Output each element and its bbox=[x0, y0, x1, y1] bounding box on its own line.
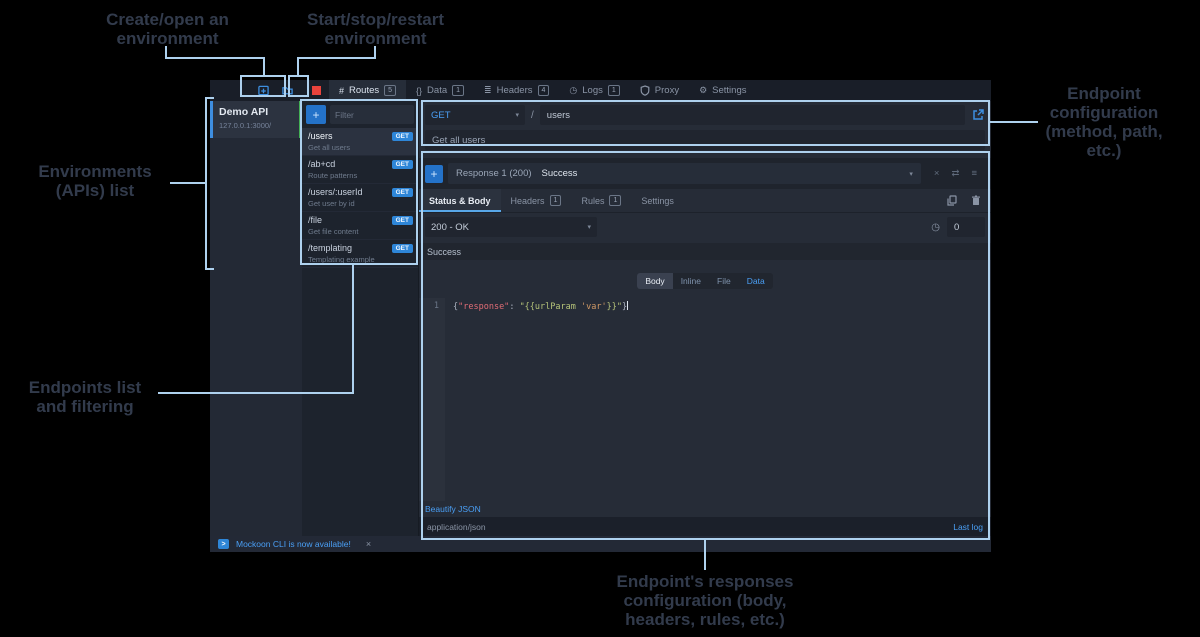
tab-badge: 5 bbox=[384, 85, 396, 96]
environment-name: Demo API bbox=[219, 106, 293, 118]
connector-line bbox=[297, 57, 376, 59]
annotation-line: Endpoints list bbox=[10, 378, 160, 397]
tab-badge: 1 bbox=[452, 85, 464, 96]
annotation-environments-list: Environments (APIs) list bbox=[20, 162, 170, 200]
connector-line bbox=[158, 392, 354, 394]
bracket-tick bbox=[205, 268, 214, 270]
annotation-endpoint-configuration: Endpoint configuration (method, path, et… bbox=[1023, 84, 1185, 160]
proxy-shield-icon bbox=[640, 85, 650, 96]
tab-headers[interactable]: ≣ Headers 4 bbox=[474, 80, 559, 101]
environment-host: 127.0.0.1:3000/ bbox=[219, 121, 293, 130]
highlight-box-responses bbox=[421, 151, 990, 540]
annotation-create-open-environment: Create/open an environment bbox=[75, 10, 260, 48]
highlight-box-endpoint-config bbox=[421, 100, 990, 146]
connector-line bbox=[297, 57, 299, 75]
annotation-line: and filtering bbox=[10, 397, 160, 416]
annotation-line: Create/open an bbox=[75, 10, 260, 29]
annotation-responses-configuration: Endpoint's responses configuration (body… bbox=[545, 572, 865, 629]
routes-icon: # bbox=[339, 86, 344, 96]
tab-label: Data bbox=[427, 85, 447, 96]
annotation-line: Endpoint's responses bbox=[545, 572, 865, 591]
tab-badge: 4 bbox=[538, 85, 550, 96]
cli-terminal-icon: > bbox=[218, 539, 229, 549]
tab-label: Settings bbox=[712, 85, 746, 96]
settings-gear-icon: ⚙ bbox=[699, 85, 707, 96]
annotation-endpoints-list: Endpoints list and filtering bbox=[10, 378, 160, 416]
stop-environment-button[interactable] bbox=[312, 86, 321, 95]
tab-logs[interactable]: ◷ Logs 1 bbox=[559, 80, 629, 101]
annotated-screenshot: # Routes 5 {} Data 1 ≣ Headers 4 ◷ Logs bbox=[0, 0, 1200, 637]
annotation-line: configuration bbox=[1023, 103, 1185, 122]
highlight-box-environment-actions bbox=[240, 75, 286, 97]
annotation-line: etc.) bbox=[1023, 141, 1185, 160]
connector-line bbox=[263, 57, 265, 75]
data-icon: {} bbox=[416, 86, 422, 96]
connector-line bbox=[990, 121, 1038, 123]
tab-settings[interactable]: ⚙ Settings bbox=[689, 80, 756, 101]
connector-line bbox=[704, 540, 706, 570]
tab-routes[interactable]: # Routes 5 bbox=[329, 80, 406, 101]
annotation-line: environment bbox=[75, 29, 260, 48]
main-tabs: # Routes 5 {} Data 1 ≣ Headers 4 ◷ Logs bbox=[329, 80, 756, 101]
banner-close-icon[interactable]: × bbox=[366, 539, 371, 549]
connector-line bbox=[170, 182, 207, 184]
cli-banner-link[interactable]: Mockoon CLI is now available! bbox=[236, 539, 351, 549]
connector-line bbox=[165, 57, 265, 59]
tab-proxy[interactable]: Proxy bbox=[630, 80, 689, 101]
annotation-line: configuration (body, bbox=[545, 591, 865, 610]
tab-label: Logs bbox=[582, 85, 603, 96]
environments-list: Demo API 127.0.0.1:3000/ bbox=[210, 101, 302, 536]
annotation-line: Start/stop/restart bbox=[283, 10, 468, 29]
tab-label: Headers bbox=[497, 85, 533, 96]
toolbar: # Routes 5 {} Data 1 ≣ Headers 4 ◷ Logs bbox=[210, 80, 991, 101]
annotation-line: (method, path, bbox=[1023, 122, 1185, 141]
headers-icon: ≣ bbox=[484, 85, 492, 96]
annotation-line: (APIs) list bbox=[20, 181, 170, 200]
annotation-line: Endpoint bbox=[1023, 84, 1185, 103]
highlight-box-stop-button bbox=[288, 75, 309, 97]
tab-label: Proxy bbox=[655, 85, 679, 96]
environment-item-demo-api[interactable]: Demo API 127.0.0.1:3000/ bbox=[210, 101, 302, 138]
annotation-line: headers, rules, etc.) bbox=[545, 610, 865, 629]
tab-label: Routes bbox=[349, 85, 379, 96]
annotation-line: Environments bbox=[20, 162, 170, 181]
tab-badge: 1 bbox=[608, 85, 620, 96]
logs-icon: ◷ bbox=[569, 85, 577, 96]
bracket-tick bbox=[205, 97, 214, 99]
connector-line bbox=[352, 265, 354, 392]
tab-data[interactable]: {} Data 1 bbox=[406, 80, 474, 101]
annotation-start-stop-environment: Start/stop/restart environment bbox=[283, 10, 468, 48]
highlight-box-endpoints-list bbox=[300, 99, 418, 265]
